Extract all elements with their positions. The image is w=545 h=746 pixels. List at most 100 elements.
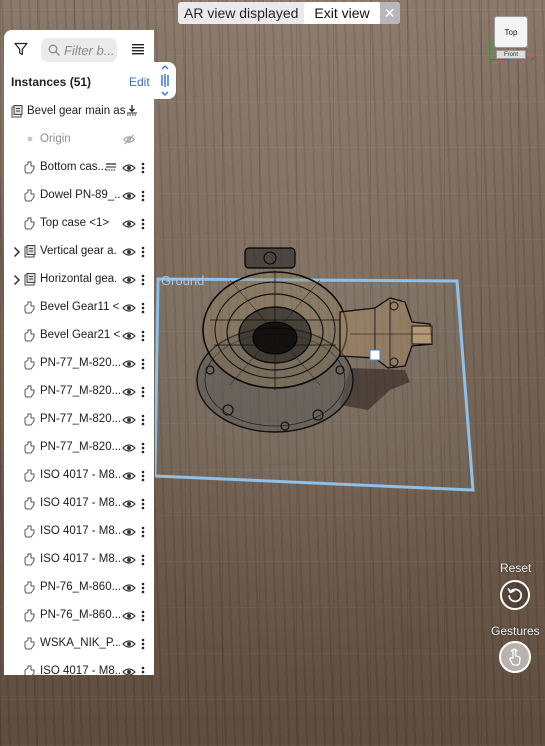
more-options-icon[interactable]: [141, 526, 145, 538]
eye-icon[interactable]: [122, 611, 136, 621]
eye-icon[interactable]: [122, 191, 136, 201]
instance-label: Bevel Gear21 <...: [40, 329, 120, 341]
part-icon: [24, 385, 35, 398]
expand-chevron-icon[interactable]: [13, 246, 21, 258]
eye-icon[interactable]: [122, 667, 136, 675]
eye-icon[interactable]: [122, 275, 136, 285]
instance-row[interactable]: Dowel PN-89_...: [4, 182, 154, 210]
eye-icon[interactable]: [122, 499, 136, 509]
eye-icon[interactable]: [122, 527, 136, 537]
instance-label: Horizontal gea...: [40, 273, 116, 285]
close-banner-button[interactable]: ✕: [379, 2, 400, 24]
instance-row[interactable]: PN-77_M-820...: [4, 378, 154, 406]
instance-label: Bevel Gear11 <...: [40, 301, 120, 313]
more-options-icon[interactable]: [141, 638, 145, 650]
eye-icon[interactable]: [122, 415, 136, 425]
instance-row[interactable]: Bevel Gear21 <...: [4, 322, 154, 350]
part-icon: [24, 161, 35, 174]
origin-dot-icon: [27, 136, 33, 142]
more-options-icon[interactable]: [141, 554, 145, 566]
eye-icon[interactable]: [122, 247, 136, 257]
more-options-icon[interactable]: [141, 666, 145, 675]
more-options-icon[interactable]: [141, 302, 145, 314]
view-cube-front-face[interactable]: Front: [496, 50, 526, 59]
assembly-icon: [11, 105, 23, 118]
instance-label: PN-77_M-820...: [40, 413, 120, 425]
more-options-icon[interactable]: [141, 218, 145, 230]
reset-label: Reset: [500, 561, 532, 575]
list-view-icon[interactable]: [132, 43, 144, 55]
part-icon: [24, 469, 35, 482]
more-options-icon[interactable]: [141, 330, 145, 342]
filter-icon[interactable]: [14, 42, 28, 56]
instance-row[interactable]: Vertical gear a...: [4, 238, 154, 266]
instance-row[interactable]: ISO 4017 - M8...: [4, 490, 154, 518]
edit-button[interactable]: Edit: [129, 75, 150, 89]
download-icon[interactable]: [126, 104, 138, 116]
expand-chevron-icon[interactable]: [13, 274, 21, 286]
view-cube-top-face[interactable]: Top: [494, 16, 528, 48]
instance-row[interactable]: PN-77_M-820...: [4, 434, 154, 462]
view-cube[interactable]: Top Front ✕: [488, 10, 536, 63]
resize-handle-icon: [161, 65, 169, 96]
assembly-icon: [24, 245, 36, 258]
instance-row[interactable]: Origin: [4, 126, 154, 154]
ar-status-banner: AR view displayed Exit view ✕: [178, 2, 400, 24]
instance-row[interactable]: Bevel Gear11 <...: [4, 294, 154, 322]
eye-icon[interactable]: [122, 443, 136, 453]
part-icon: [24, 525, 35, 538]
instance-row[interactable]: PN-76_M-860...: [4, 602, 154, 630]
instance-row[interactable]: ISO 4017 - M8...: [4, 518, 154, 546]
eye-icon[interactable]: [122, 555, 136, 565]
part-icon: [24, 637, 35, 650]
instance-row[interactable]: WSKA_NIK_P...: [4, 630, 154, 658]
instance-row[interactable]: PN-77_M-820...: [4, 350, 154, 378]
more-options-icon[interactable]: [141, 610, 145, 622]
eye-icon[interactable]: [122, 331, 136, 341]
instance-row[interactable]: Bottom cas...: [4, 154, 154, 182]
eye-icon[interactable]: [122, 303, 136, 313]
instance-row[interactable]: PN-76_M-860...: [4, 574, 154, 602]
more-options-icon[interactable]: [141, 470, 145, 482]
search-box[interactable]: [41, 38, 120, 62]
more-options-icon[interactable]: [141, 358, 145, 370]
eye-icon[interactable]: [122, 387, 136, 397]
more-options-icon[interactable]: [141, 162, 145, 174]
panel-resize-handle[interactable]: [154, 62, 176, 99]
instance-row[interactable]: Top case <1>: [4, 210, 154, 238]
more-options-icon[interactable]: [141, 190, 145, 202]
exit-view-button[interactable]: Exit view: [304, 2, 380, 24]
search-input[interactable]: [64, 42, 120, 58]
eye-icon[interactable]: [122, 163, 136, 173]
eye-icon[interactable]: [122, 471, 136, 481]
eye-hidden-icon[interactable]: [122, 135, 136, 145]
instance-label: PN-77_M-820...: [40, 357, 120, 369]
more-options-icon[interactable]: [141, 246, 145, 258]
instance-row[interactable]: ISO 4017 - M8...: [4, 462, 154, 490]
instance-row[interactable]: PN-77_M-820...: [4, 406, 154, 434]
eye-icon[interactable]: [122, 639, 136, 649]
instance-label: Dowel PN-89_...: [40, 189, 120, 201]
gearbox-model[interactable]: [190, 240, 440, 460]
more-options-icon[interactable]: [141, 386, 145, 398]
instance-row[interactable]: Horizontal gea...: [4, 266, 154, 294]
more-options-icon[interactable]: [141, 498, 145, 510]
instance-label: PN-77_M-820...: [40, 385, 120, 397]
eye-icon[interactable]: [122, 359, 136, 369]
instance-row[interactable]: Bevel gear main ass...: [4, 98, 154, 126]
instance-row[interactable]: ISO 4017 - M8...: [4, 546, 154, 574]
gestures-button[interactable]: [499, 641, 531, 673]
eye-icon[interactable]: [122, 583, 136, 593]
instance-label: Origin: [40, 133, 71, 145]
more-options-icon[interactable]: [141, 414, 145, 426]
panel-header: Instances (51) Edit: [4, 68, 154, 92]
more-options-icon[interactable]: [141, 274, 145, 286]
part-icon: [24, 357, 35, 370]
z-axis-icon: [490, 59, 510, 60]
reset-button[interactable]: [500, 580, 530, 610]
gestures-label: Gestures: [491, 624, 540, 638]
instance-row[interactable]: ISO 4017 - M8...: [4, 658, 154, 675]
more-options-icon[interactable]: [141, 582, 145, 594]
more-options-icon[interactable]: [141, 442, 145, 454]
eye-icon[interactable]: [122, 219, 136, 229]
